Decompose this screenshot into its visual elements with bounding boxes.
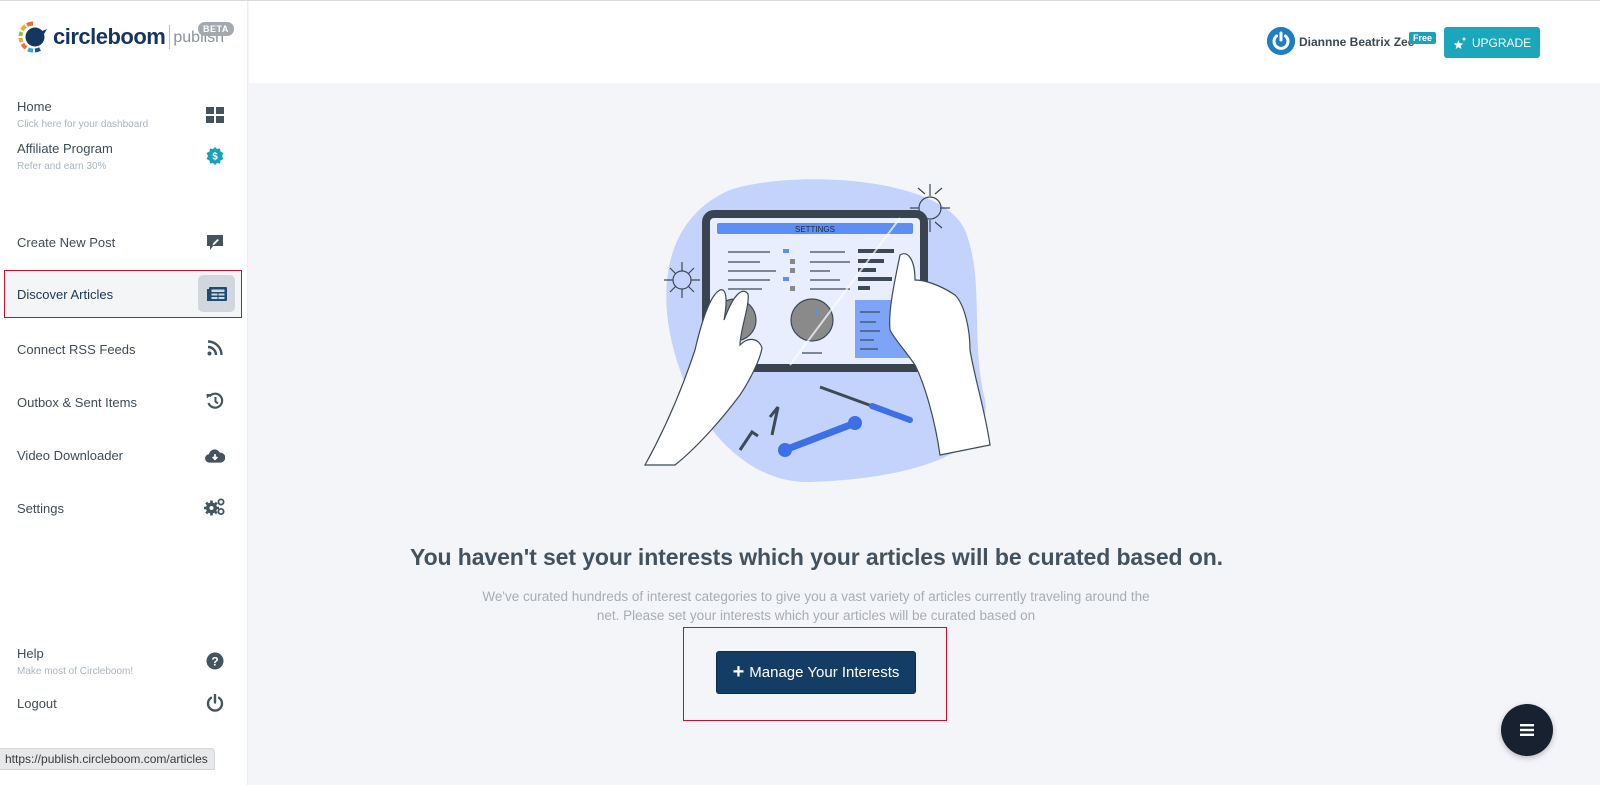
settings-tablet-illustration: SETTINGS — [643, 179, 991, 483]
history-icon — [205, 391, 225, 411]
avatar — [1267, 27, 1295, 55]
sidebar-item-label: Create New Post — [17, 235, 116, 250]
cogs-icon — [204, 497, 226, 517]
empty-state-headline: You haven't set your interests which you… — [410, 544, 1223, 570]
plan-badge: Free — [1409, 32, 1437, 44]
sidebar-item-discover-articles[interactable]: Discover Articles — [4, 270, 242, 318]
sidebar-item-label: Discover Articles — [17, 287, 114, 302]
brand-name: circleboom — [53, 24, 166, 49]
beta-badge: BETA — [198, 22, 234, 36]
power-icon — [205, 693, 225, 713]
sidebar-item-home[interactable]: Home Click here for your dashboard — [0, 93, 248, 139]
sidebar-item-create-new-post[interactable]: Create New Post — [0, 219, 248, 265]
sidebar-item-label: Help — [17, 646, 44, 661]
plus-icon: + — [732, 660, 745, 683]
sidebar-item-outbox-sent-items[interactable]: Outbox & Sent Items — [0, 379, 248, 425]
sidebar-item-sub: Refer and earn 30% — [17, 161, 107, 172]
manage-interests-label: Manage Your Interests — [749, 664, 900, 681]
sidebar-item-settings[interactable]: Settings — [0, 485, 248, 531]
active-icon-box — [198, 275, 235, 312]
dollar-badge-icon: $ — [205, 146, 225, 166]
empty-state-description: We've curated hundreds of interest categ… — [482, 589, 1150, 623]
sidebar-item-label: Affiliate Program — [17, 141, 113, 156]
sidebar-item-connect-rss-feeds[interactable]: Connect RSS Feeds — [0, 326, 248, 372]
sidebar-item-sub: Click here for your dashboard — [17, 119, 149, 130]
cloud-download-icon — [205, 445, 225, 465]
sidebar-item-label: Video Downloader — [17, 448, 123, 463]
illustration-settings-label: SETTINGS — [795, 225, 835, 234]
circleboom-logo-icon — [18, 21, 47, 53]
logo[interactable]: circleboom publish — [18, 19, 224, 55]
sidebar-item-help[interactable]: Help Make most of Circleboom! ? — [0, 640, 248, 686]
user-name: Diannne Beatrix Zee — [1299, 35, 1415, 49]
sidebar: circleboom publish BETA Home Click here … — [0, 1, 248, 785]
sidebar-item-affiliate-program[interactable]: Affiliate Program Refer and earn 30% $ — [0, 135, 248, 181]
sidebar-item-label: Outbox & Sent Items — [17, 395, 137, 410]
power-avatar-icon — [1267, 27, 1295, 55]
manage-interests-button[interactable]: + Manage Your Interests — [716, 651, 916, 694]
edit-comment-icon — [205, 232, 225, 252]
sidebar-item-label: Connect RSS Feeds — [17, 342, 136, 357]
svg-text:?: ? — [211, 654, 218, 668]
svg-text:$: $ — [212, 152, 218, 163]
rss-icon — [205, 338, 225, 358]
logo-divider — [169, 25, 171, 49]
hamburger-menu-icon — [1520, 724, 1534, 736]
status-bar-url: https://publish.circleboom.com/articles — [0, 748, 215, 770]
sidebar-item-label: Logout — [17, 696, 57, 711]
question-circle-icon: ? — [205, 651, 225, 671]
grid-icon — [205, 105, 225, 125]
sidebar-item-label: Home — [17, 99, 52, 114]
newspaper-icon — [206, 286, 227, 301]
floating-menu-button[interactable] — [1501, 704, 1553, 756]
upgrade-label: UPGRADE — [1471, 35, 1532, 50]
sidebar-item-video-downloader[interactable]: Video Downloader — [0, 432, 248, 478]
user-menu[interactable]: Diannne Beatrix Zee — [1267, 27, 1414, 55]
sidebar-item-sub: Make most of Circleboom! — [17, 666, 134, 677]
sidebar-item-label: Settings — [17, 501, 64, 516]
sparkle-star-icon — [1453, 36, 1467, 49]
upgrade-button[interactable]: UPGRADE — [1444, 27, 1540, 58]
top-border — [0, 0, 1600, 1]
sidebar-item-logout[interactable]: Logout — [0, 683, 248, 729]
